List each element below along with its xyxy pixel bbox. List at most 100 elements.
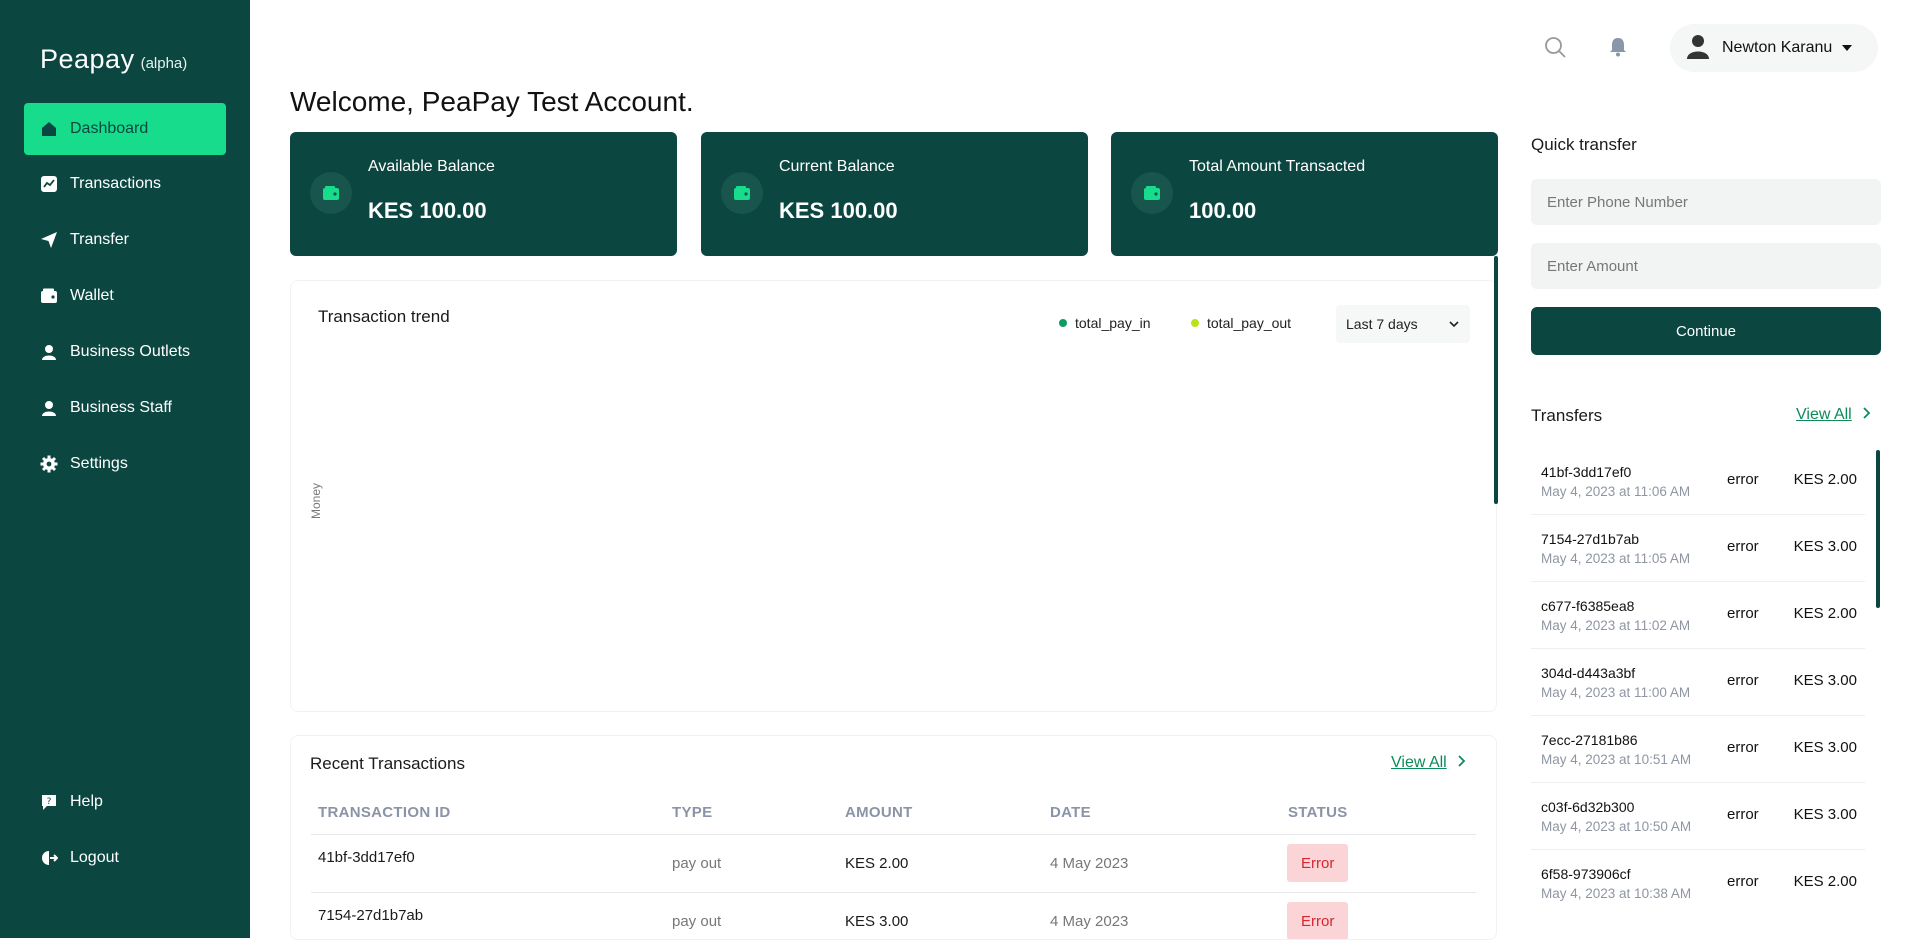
cell-id: 7154-27d1b7ab <box>318 907 424 924</box>
wallet-icon <box>721 172 763 214</box>
user-icon <box>40 399 58 417</box>
continue-button[interactable]: Continue <box>1531 307 1881 355</box>
cell-date: 4 May 2023 <box>1050 913 1129 930</box>
card-label: Available Balance <box>368 158 495 175</box>
bell-icon[interactable] <box>1603 32 1633 62</box>
col-header-type: TYPE <box>672 804 713 821</box>
user-name: Newton Karanu <box>1722 39 1833 56</box>
col-header-transaction-id: TRANSACTION ID <box>318 804 451 821</box>
list-item[interactable]: 7ecc-27181b86 May 4, 2023 at 10:51 AM er… <box>1531 716 1865 783</box>
total-transacted-card: Total Amount Transacted 100.00 <box>1111 132 1498 256</box>
col-header-date: DATE <box>1050 804 1091 821</box>
recent-transactions-panel: Recent Transactions View All TRANSACTION… <box>290 735 1497 940</box>
transfer-date: May 4, 2023 at 11:05 AM <box>1541 551 1691 566</box>
table-row[interactable]: 7154-27d1b7ab pay out KES 3.00 4 May 202… <box>291 893 1496 939</box>
transaction-trend-panel: Transaction trend total_pay_in total_pay… <box>290 280 1497 712</box>
sidebar-item-label: Business Outlets <box>70 343 191 360</box>
transfers-title: Transfers <box>1531 406 1603 425</box>
sidebar-item-business-outlets[interactable]: Business Outlets <box>24 326 226 378</box>
table-row[interactable]: 41bf-3dd17ef0 pay out KES 2.00 4 May 202… <box>291 835 1496 893</box>
brand-name: Peapay <box>40 44 135 74</box>
chart-icon <box>40 175 58 193</box>
transfers-view-all-link[interactable]: View All <box>1796 406 1872 424</box>
chart-title: Transaction trend <box>318 307 450 326</box>
status-badge: Error <box>1287 844 1349 882</box>
legend-pay-out[interactable]: total_pay_out <box>1191 315 1291 331</box>
amount-input[interactable] <box>1531 243 1881 289</box>
transfer-status: error <box>1727 806 1759 823</box>
available-balance-card: Available Balance KES 100.00 <box>290 132 677 256</box>
transfers-scrollbar[interactable] <box>1876 450 1880 608</box>
y-axis-label: Money <box>309 482 323 519</box>
transfer-status: error <box>1727 672 1759 689</box>
recent-view-all-link[interactable]: View All <box>1391 754 1467 772</box>
list-item[interactable]: c03f-6d32b300 May 4, 2023 at 10:50 AM er… <box>1531 783 1865 850</box>
user-icon <box>40 343 58 361</box>
logout-icon <box>40 849 58 867</box>
transfer-id: 7154-27d1b7ab <box>1541 531 1640 547</box>
list-item[interactable]: c677-f6385ea8 May 4, 2023 at 11:02 AM er… <box>1531 582 1865 649</box>
sidebar-item-label: Logout <box>70 849 119 866</box>
legend-label: total_pay_out <box>1207 315 1292 331</box>
transfer-date: May 4, 2023 at 10:38 AM <box>1541 886 1692 901</box>
phone-number-input[interactable] <box>1531 179 1881 225</box>
transfer-status: error <box>1727 873 1759 890</box>
sidebar-item-transfer[interactable]: Transfer <box>24 214 226 266</box>
transfer-amount: KES 3.00 <box>1793 806 1857 823</box>
col-header-status: STATUS <box>1288 804 1348 821</box>
transfer-id: c677-f6385ea8 <box>1541 598 1635 614</box>
transfer-amount: KES 3.00 <box>1793 672 1857 689</box>
cell-type: pay out <box>672 855 722 872</box>
transfer-date: May 4, 2023 at 11:06 AM <box>1541 484 1691 499</box>
sidebar-item-label: Transfer <box>70 231 129 248</box>
status-badge: Error <box>1287 902 1349 939</box>
list-item[interactable]: 304d-d443a3bf May 4, 2023 at 11:00 AM er… <box>1531 649 1865 716</box>
transfer-date: May 4, 2023 at 10:50 AM <box>1541 819 1692 834</box>
transfer-status: error <box>1727 605 1759 622</box>
cell-date: 4 May 2023 <box>1050 855 1129 872</box>
cell-amount: KES 3.00 <box>845 913 909 930</box>
brand-tag: (alpha) <box>140 55 188 72</box>
range-select[interactable]: Last 7 days <box>1336 305 1470 343</box>
transfer-date: May 4, 2023 at 11:02 AM <box>1541 618 1691 633</box>
wallet-icon <box>310 172 352 214</box>
gear-icon <box>40 455 58 473</box>
transfer-amount: KES 2.00 <box>1793 471 1857 488</box>
sidebar-item-label: Dashboard <box>70 120 149 137</box>
brand-logo[interactable]: Peapay (alpha) <box>40 44 187 75</box>
search-icon[interactable] <box>1540 32 1570 62</box>
view-all-label: View All <box>1796 406 1852 423</box>
sidebar-item-wallet[interactable]: Wallet <box>24 270 226 322</box>
transfer-amount: KES 2.00 <box>1793 873 1857 890</box>
home-icon <box>40 120 58 138</box>
page-title: Welcome, PeaPay Test Account. <box>290 86 694 117</box>
sidebar: Peapay (alpha) Dashboard Transactions Tr… <box>0 0 250 938</box>
sidebar-item-transactions[interactable]: Transactions <box>24 158 226 210</box>
transfer-status: error <box>1727 739 1759 756</box>
chart-plot-area <box>351 361 1451 681</box>
list-item[interactable]: 6f58-973906cf May 4, 2023 at 10:38 AM er… <box>1531 850 1865 917</box>
transfer-date: May 4, 2023 at 10:51 AM <box>1541 752 1692 767</box>
sidebar-item-dashboard[interactable]: Dashboard <box>24 103 226 155</box>
sidebar-item-business-staff[interactable]: Business Staff <box>24 382 226 434</box>
col-header-amount: AMOUNT <box>845 804 913 821</box>
main-scrollbar[interactable] <box>1494 256 1498 504</box>
view-all-label: View All <box>1391 754 1447 771</box>
transfer-id: 41bf-3dd17ef0 <box>1541 464 1632 480</box>
legend-pay-in[interactable]: total_pay_in <box>1059 315 1151 331</box>
list-item[interactable]: 7154-27d1b7ab May 4, 2023 at 11:05 AM er… <box>1531 515 1865 582</box>
transfer-amount: KES 2.00 <box>1793 605 1857 622</box>
quick-transfer-title: Quick transfer <box>1531 135 1637 154</box>
range-value: Last 7 days <box>1346 316 1418 332</box>
recent-title: Recent Transactions <box>310 754 465 773</box>
sidebar-item-settings[interactable]: Settings <box>24 438 226 490</box>
list-item[interactable]: 41bf-3dd17ef0 May 4, 2023 at 11:06 AM er… <box>1531 448 1865 515</box>
transfer-id: 7ecc-27181b86 <box>1541 732 1638 748</box>
card-value: 100.00 <box>1189 198 1257 223</box>
sidebar-item-help[interactable]: ? Help <box>24 776 226 828</box>
user-menu[interactable]: Newton Karanu <box>1670 24 1878 72</box>
cell-id: 41bf-3dd17ef0 <box>318 849 415 866</box>
sidebar-item-label: Help <box>70 793 103 810</box>
sidebar-item-logout[interactable]: Logout <box>24 832 226 884</box>
caret-down-icon <box>1842 39 1853 57</box>
